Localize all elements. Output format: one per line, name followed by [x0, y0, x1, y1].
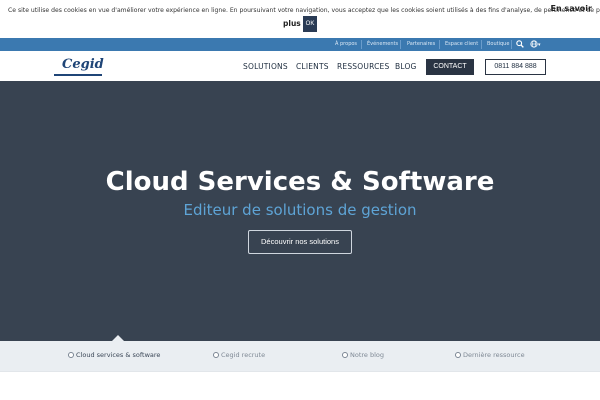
discover-solutions-button[interactable]: Découvrir nos solutions	[248, 230, 352, 254]
utility-divider	[481, 40, 482, 49]
logo-text: Cegid	[62, 57, 104, 72]
utility-divider	[439, 40, 440, 49]
tab-our-blog[interactable]: Notre blog	[342, 351, 384, 359]
globe-icon[interactable]	[530, 40, 538, 48]
cookie-ok-button[interactable]: OK	[303, 16, 317, 32]
tab-cegid-recruits[interactable]: Cegid recrute	[213, 351, 265, 359]
content-area	[0, 371, 600, 400]
tab-label: Cegid recrute	[221, 351, 266, 359]
search-icon[interactable]	[516, 40, 524, 48]
utility-divider	[511, 40, 512, 49]
nav-item-clients[interactable]: CLIENTS	[296, 62, 329, 71]
feature-tabs: Cloud services & software Cegid recrute …	[0, 335, 600, 371]
utility-link-shop[interactable]: Boutique	[487, 41, 509, 47]
nav-item-resources[interactable]: RESSOURCES	[337, 62, 389, 71]
circle-icon	[455, 352, 461, 358]
utility-link-events[interactable]: Événements	[367, 41, 398, 47]
circle-icon	[213, 352, 219, 358]
tab-label: Dernière ressource	[463, 351, 525, 359]
utility-divider	[400, 40, 401, 49]
utility-link-partners[interactable]: Partenaires	[407, 41, 435, 47]
tab-latest-resource[interactable]: Dernière ressource	[455, 351, 525, 359]
tab-label: Cloud services & software	[76, 351, 161, 359]
logo-underline	[54, 74, 102, 76]
cookie-banner: Ce site utilise des cookies en vue d'amé…	[0, 0, 600, 38]
utility-link-about[interactable]: À propos	[335, 41, 357, 47]
cookie-learn-more-link[interactable]: En savoir	[550, 4, 592, 13]
main-navigation: Cegid SOLUTIONS CLIENTS RESSOURCES BLOG …	[0, 51, 600, 81]
cookie-text: Ce site utilise des cookies en vue d'amé…	[8, 7, 600, 14]
hero-section: Cloud Services & Software Editeur de sol…	[0, 81, 600, 341]
utility-bar: À propos Événements Partenaires Espace c…	[0, 38, 600, 51]
utility-link-client-area[interactable]: Espace client	[445, 41, 478, 47]
nav-item-solutions[interactable]: SOLUTIONS	[243, 62, 288, 71]
tab-cloud-services[interactable]: Cloud services & software	[68, 351, 160, 359]
contact-button[interactable]: CONTACT	[426, 59, 474, 75]
utility-divider	[361, 40, 362, 49]
tab-label: Notre blog	[350, 351, 385, 359]
circle-icon	[68, 352, 74, 358]
chevron-down-icon[interactable]: ▾	[538, 42, 541, 48]
nav-item-blog[interactable]: BLOG	[395, 62, 417, 71]
hero-title: Cloud Services & Software	[105, 167, 495, 197]
cookie-learn-more-link-cont[interactable]: plus	[283, 19, 301, 28]
active-tab-pointer	[112, 335, 124, 341]
phone-button[interactable]: 0811 884 888	[485, 59, 546, 75]
hero-subtitle: Editeur de solutions de gestion	[183, 201, 417, 219]
cegid-logo[interactable]: Cegid	[54, 57, 104, 76]
circle-icon	[342, 352, 348, 358]
